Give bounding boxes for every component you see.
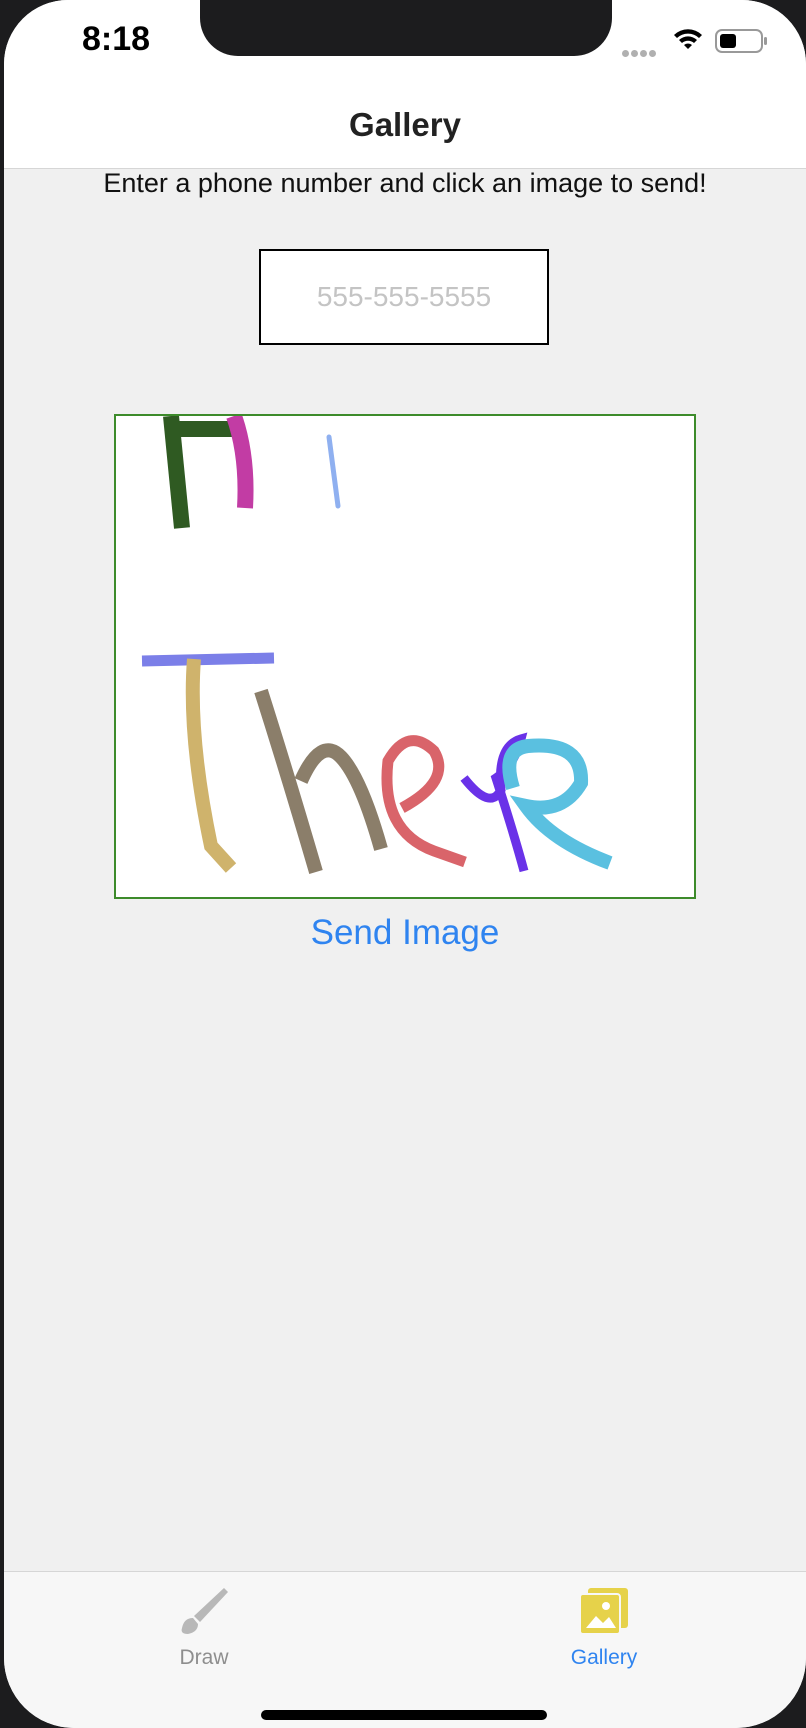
navigation-bar: Gallery — [4, 96, 806, 169]
tab-draw-label: Draw — [179, 1646, 229, 1669]
battery-icon — [714, 27, 770, 60]
drawing-thumbnail — [141, 416, 613, 874]
notch — [200, 0, 612, 56]
status-time: 8:18 — [82, 20, 151, 58]
instructions-text: Enter a phone number and click an image … — [103, 168, 707, 198]
paintbrush-icon — [176, 1584, 232, 1645]
home-indicator — [261, 1710, 547, 1720]
tab-draw[interactable]: Draw — [104, 1572, 304, 1682]
tab-gallery[interactable]: Gallery — [504, 1572, 704, 1682]
tab-bar: Draw Gallery — [4, 1571, 806, 1728]
tab-gallery-label: Gallery — [570, 1646, 638, 1669]
photos-icon — [576, 1584, 632, 1645]
status-bar: 8:18 — [4, 0, 806, 96]
drawing-image[interactable] — [114, 414, 696, 899]
page-title: Gallery — [349, 106, 461, 143]
cellular-signal-icon — [622, 44, 658, 62]
send-image-button[interactable]: Send Image — [4, 913, 806, 953]
phone-number-input[interactable] — [259, 249, 549, 345]
wifi-icon — [672, 26, 704, 55]
phone-screen: 8:18 Gallery Enter a phone number and cl… — [4, 0, 806, 1728]
